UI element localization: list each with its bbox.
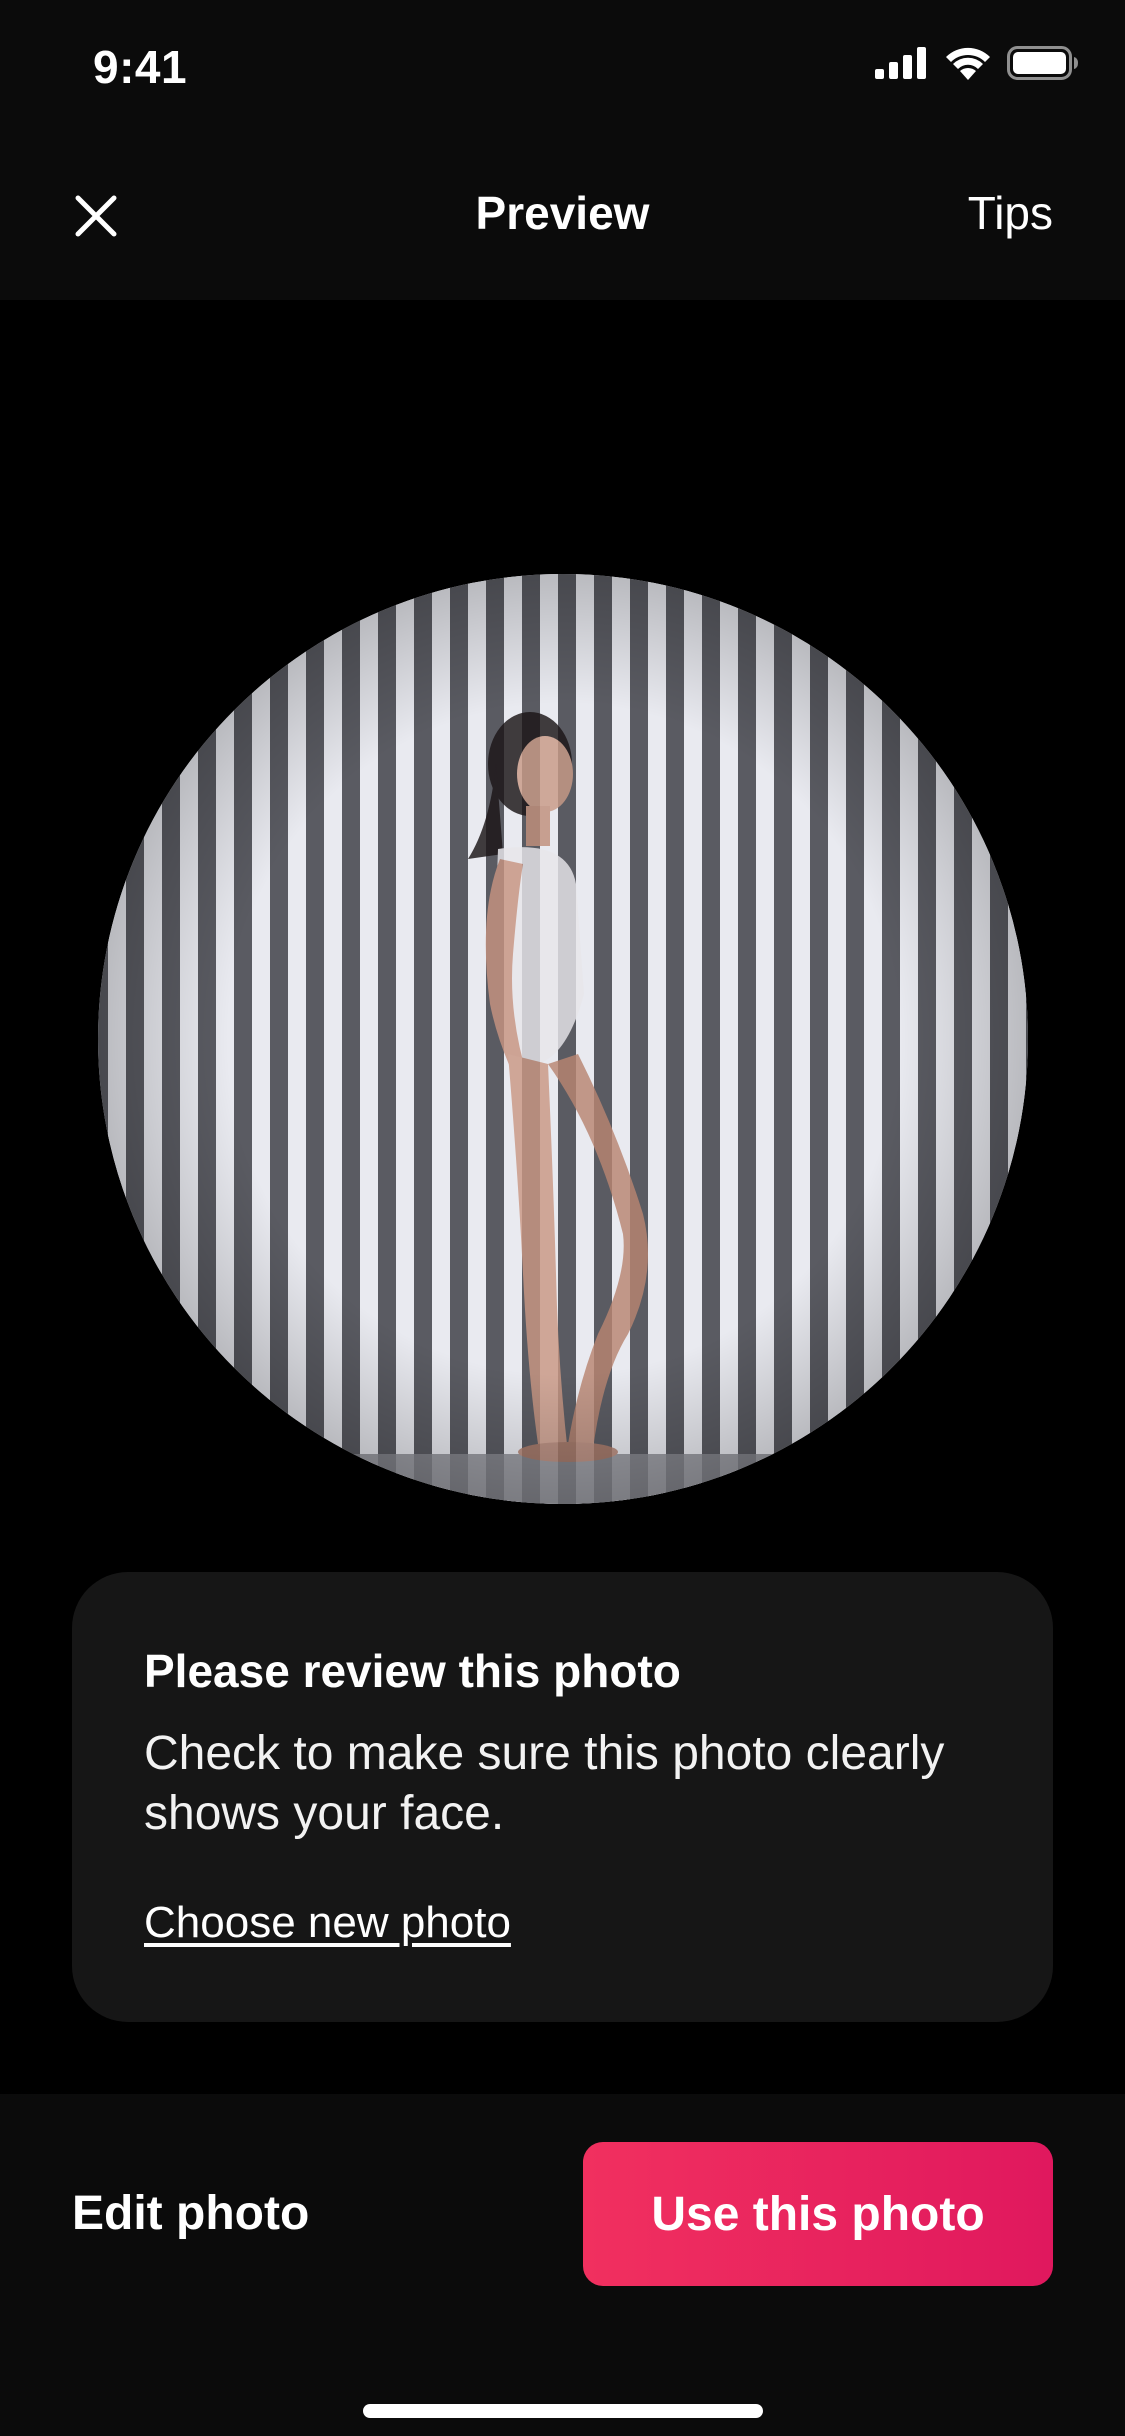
edit-photo-button[interactable]: Edit photo [72,2186,309,2241]
photo-preview [98,574,1028,1504]
use-this-photo-label: Use this photo [651,2187,985,2241]
review-card: Please review this photo Check to make s… [72,1572,1053,2022]
profile-photo [98,574,1028,1504]
review-body: Check to make sure this photo clearly sh… [144,1727,945,1840]
page-title: Preview [475,187,650,239]
home-indicator[interactable] [363,2404,763,2418]
screen: 9:41 Preview Tips Please review this pho… [0,0,1125,2436]
review-title: Please review this photo [144,1645,681,1697]
status-icons [875,46,1079,80]
choose-new-photo-link[interactable]: Choose new photo [144,1898,511,1948]
tips-button[interactable]: Tips [968,186,1053,240]
status-time: 9:41 [93,41,188,93]
wifi-icon [946,47,990,80]
use-this-photo-button[interactable]: Use this photo [583,2142,1053,2286]
nav-bar: Preview Tips [0,132,1125,300]
bottom-action-bar: Edit photo Use this photo [0,2094,1125,2436]
status-bar: 9:41 [0,0,1125,132]
cellular-signal-icon [875,47,926,79]
battery-icon [1007,46,1078,80]
